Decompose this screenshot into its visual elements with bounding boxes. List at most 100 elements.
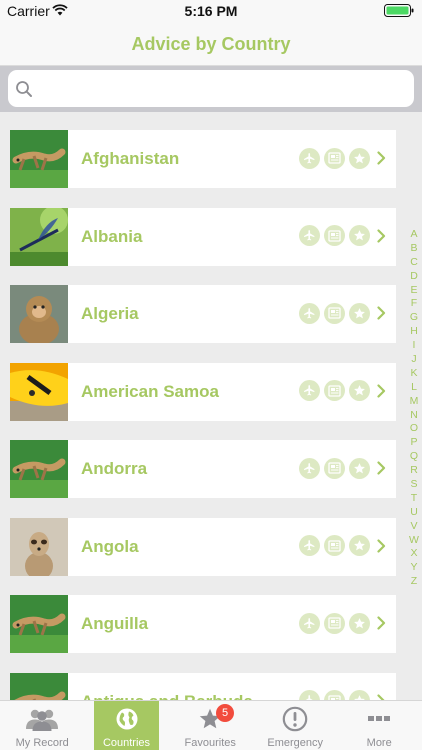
chevron-right-icon[interactable] — [375, 457, 387, 479]
index-letter[interactable]: N — [405, 409, 422, 423]
plane-icon[interactable] — [299, 380, 320, 401]
index-letter[interactable]: J — [405, 353, 422, 367]
tab-favourites[interactable]: 5 Favourites — [168, 701, 252, 750]
country-thumbnail — [10, 285, 68, 343]
plane-icon[interactable] — [299, 147, 320, 169]
star-icon[interactable] — [349, 457, 370, 479]
newspaper-icon[interactable] — [324, 612, 345, 634]
alphabet-index[interactable]: ABCDEFGHIJKLMNOPQRSTUVWXYZ — [405, 228, 422, 589]
country-thumbnail — [10, 207, 68, 266]
country-row[interactable]: Algeria — [10, 285, 396, 343]
index-letter[interactable]: F — [405, 297, 422, 311]
index-letter[interactable]: A — [405, 228, 422, 242]
star-icon[interactable] — [349, 535, 370, 556]
search-input[interactable] — [40, 78, 400, 100]
country-thumbnail — [10, 440, 68, 498]
row-actions — [299, 690, 387, 700]
star-icon[interactable] — [349, 147, 370, 169]
index-letter[interactable]: U — [405, 506, 422, 520]
plane-icon[interactable] — [299, 612, 320, 634]
country-row[interactable]: American Samoa — [10, 362, 396, 421]
index-letter[interactable]: H — [405, 325, 422, 339]
star-icon[interactable] — [349, 302, 370, 324]
favourites-badge: 5 — [216, 704, 234, 722]
newspaper-icon[interactable] — [324, 535, 345, 556]
status-bar: Carrier 5:16 PM — [0, 0, 422, 22]
row-actions — [299, 225, 387, 247]
index-letter[interactable]: E — [405, 284, 422, 298]
index-letter[interactable]: V — [405, 520, 422, 534]
index-letter[interactable]: Q — [405, 450, 422, 464]
tab-more[interactable]: More — [337, 701, 421, 750]
battery-icon — [384, 4, 414, 17]
country-name: American Samoa — [81, 381, 219, 401]
index-letter[interactable]: R — [405, 464, 422, 478]
newspaper-icon[interactable] — [324, 147, 345, 169]
row-actions — [299, 612, 387, 634]
tab-emergency[interactable]: Emergency — [253, 701, 337, 750]
index-letter[interactable]: D — [405, 270, 422, 284]
people-icon — [0, 706, 84, 732]
tab-label: Countries — [102, 737, 151, 749]
tab-label: Emergency — [267, 737, 324, 749]
country-thumbnail — [10, 362, 68, 421]
star-icon[interactable] — [349, 612, 370, 634]
country-name: Antigua and Barbuda — [81, 692, 253, 701]
tab-countries[interactable]: Countries — [94, 701, 159, 750]
navigation-bar: Advice by Country — [0, 22, 422, 66]
index-letter[interactable]: K — [405, 367, 422, 381]
country-row[interactable]: Angola — [10, 517, 396, 576]
newspaper-icon[interactable] — [324, 225, 345, 246]
alert-icon — [253, 706, 337, 732]
tab-my-record[interactable]: My Record — [0, 701, 84, 750]
chevron-right-icon[interactable] — [375, 535, 387, 557]
country-name: Afghanistan — [81, 149, 180, 168]
search-field[interactable] — [8, 70, 414, 107]
index-letter[interactable]: G — [405, 311, 422, 325]
plane-icon[interactable] — [299, 225, 320, 246]
index-letter[interactable]: X — [405, 547, 422, 561]
plane-icon[interactable] — [299, 535, 320, 556]
plane-icon[interactable] — [299, 302, 320, 324]
country-name: Angola — [81, 536, 139, 556]
index-letter[interactable]: I — [405, 339, 422, 353]
search-icon — [16, 81, 32, 97]
country-row[interactable]: Albania — [10, 207, 396, 266]
index-letter[interactable]: L — [405, 381, 422, 395]
country-row[interactable]: Andorra — [10, 440, 396, 498]
newspaper-icon[interactable] — [324, 690, 345, 700]
index-letter[interactable]: Z — [405, 575, 422, 589]
row-actions — [299, 535, 387, 557]
country-row[interactable]: Antigua and Barbuda — [10, 672, 396, 701]
index-letter[interactable]: Y — [405, 561, 422, 575]
chevron-right-icon[interactable] — [375, 612, 387, 634]
row-actions — [299, 457, 387, 479]
index-letter[interactable]: T — [405, 492, 422, 506]
index-letter[interactable]: B — [405, 242, 422, 256]
chevron-right-icon[interactable] — [375, 225, 387, 247]
country-thumbnail — [10, 517, 68, 576]
index-letter[interactable]: M — [405, 395, 422, 409]
chevron-right-icon[interactable] — [375, 690, 387, 700]
star-icon[interactable] — [349, 380, 370, 401]
plane-icon[interactable] — [299, 690, 320, 700]
newspaper-icon[interactable] — [324, 380, 345, 401]
chevron-right-icon[interactable] — [375, 147, 387, 169]
country-list[interactable]: Afghanistan Albania Algeria American Samoa A… — [0, 112, 422, 700]
chevron-right-icon[interactable] — [375, 380, 387, 402]
country-row[interactable]: Afghanistan — [10, 130, 396, 188]
newspaper-icon[interactable] — [324, 302, 345, 324]
index-letter[interactable]: P — [405, 436, 422, 450]
chevron-right-icon[interactable] — [375, 302, 387, 324]
index-letter[interactable]: S — [405, 478, 422, 492]
plane-icon[interactable] — [299, 457, 320, 479]
globe-icon — [94, 706, 159, 732]
index-letter[interactable]: C — [405, 256, 422, 270]
index-letter[interactable]: O — [405, 422, 422, 436]
star-icon[interactable] — [349, 690, 370, 700]
index-letter[interactable]: W — [405, 534, 422, 548]
row-actions — [299, 147, 387, 169]
country-row[interactable]: Anguilla — [10, 595, 396, 653]
star-icon[interactable] — [349, 225, 370, 246]
newspaper-icon[interactable] — [324, 457, 345, 479]
